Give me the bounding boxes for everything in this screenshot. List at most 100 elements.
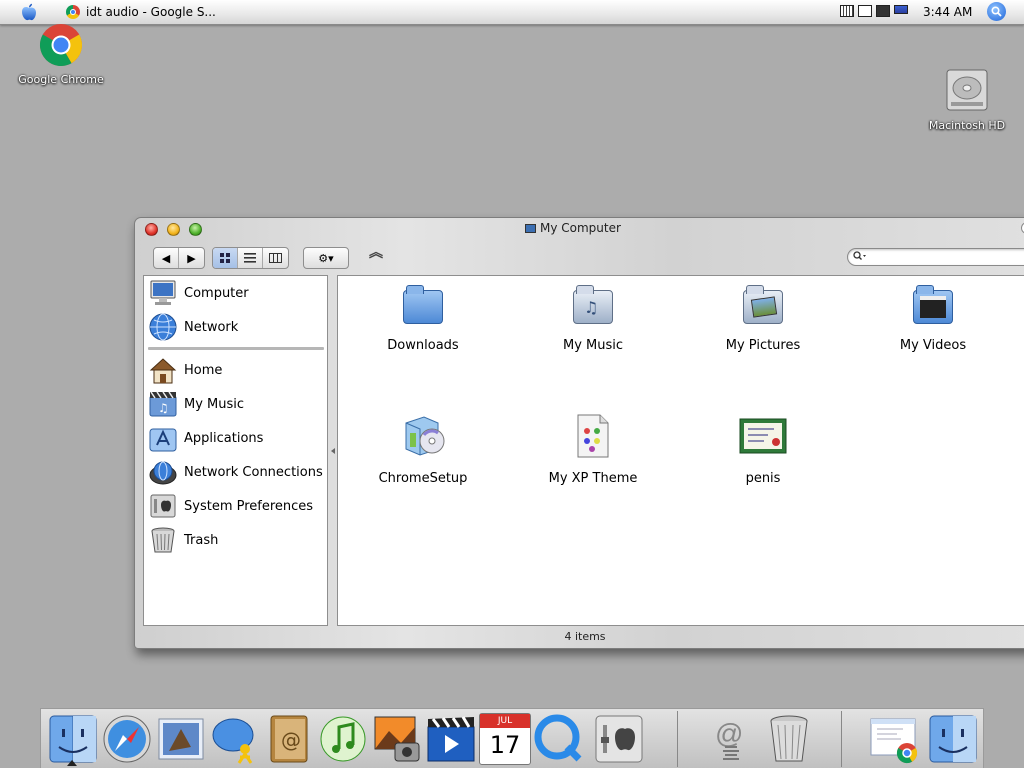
- certificate-icon: [739, 418, 787, 454]
- safari-icon[interactable]: [101, 713, 153, 765]
- action-gear-button[interactable]: ⚙▾: [304, 248, 348, 268]
- list-view-icon: [244, 253, 256, 263]
- sidebar-item-applications[interactable]: Applications: [148, 422, 324, 454]
- forward-button[interactable]: ▶: [179, 248, 204, 268]
- iphoto-icon[interactable]: [371, 713, 423, 765]
- file-item-label: My Music: [562, 338, 624, 353]
- file-item-my-music[interactable]: ♫ My Music: [528, 282, 658, 353]
- display-icon[interactable]: [858, 5, 872, 17]
- file-item-chromesetup[interactable]: ChromeSetup: [358, 411, 488, 486]
- sidebar-item-label: System Preferences: [184, 498, 314, 514]
- file-item-downloads[interactable]: Downloads: [358, 282, 488, 353]
- sidebar-item-label: Computer: [184, 285, 249, 301]
- system-preferences-icon[interactable]: [593, 713, 645, 765]
- videos-folder-icon: [908, 282, 958, 332]
- file-item-label: My Pictures: [725, 338, 801, 353]
- finder-window: My Computer ◀ ▶ ⚙▾ ︽ Computer Network Ho…: [134, 217, 1024, 649]
- file-item-label: My Videos: [899, 338, 967, 353]
- sidebar-item-label: My Music: [184, 396, 245, 412]
- sidebar-item-label: Applications: [184, 430, 264, 446]
- finder-icon[interactable]: [47, 713, 99, 765]
- file-browser: Downloads ♫ My Music My Pictures My Vide…: [337, 275, 1024, 626]
- running-indicator-icon: [67, 760, 77, 766]
- apple-menu-icon[interactable]: [18, 2, 40, 22]
- ichat-icon[interactable]: [209, 713, 261, 765]
- active-app-menu[interactable]: idt audio - Google S...: [66, 3, 216, 21]
- spotlight-icon[interactable]: [987, 2, 1006, 21]
- sidebar-item-label: Home: [184, 362, 223, 378]
- navigation-buttons: ◀ ▶: [153, 247, 205, 269]
- active-app-title: idt audio - Google S...: [86, 5, 216, 19]
- action-menu: ⚙▾: [303, 247, 349, 269]
- computer-icon: [150, 280, 176, 305]
- sidebar-item-computer[interactable]: Computer: [148, 277, 324, 309]
- desktop-icon-macintosh-hd[interactable]: Macintosh HD: [924, 64, 1010, 132]
- path-chevron-icon[interactable]: ︽: [367, 246, 385, 268]
- chrome-icon: [39, 24, 83, 67]
- monitor-icon[interactable]: [876, 5, 890, 17]
- theme-document-icon: [577, 414, 609, 458]
- ical-day: 17: [489, 731, 521, 759]
- minimize-button[interactable]: [167, 223, 180, 236]
- sidebar-item-home[interactable]: Home: [148, 354, 324, 386]
- imovie-icon[interactable]: [425, 713, 477, 765]
- ical-icon[interactable]: JUL 17: [479, 713, 531, 765]
- menu-clock[interactable]: 3:44 AM: [923, 5, 972, 19]
- computer-icon: [525, 223, 536, 233]
- file-item-penis[interactable]: penis: [698, 411, 828, 486]
- file-item-my-videos[interactable]: My Videos: [868, 282, 998, 353]
- address-book-icon[interactable]: @: [263, 713, 315, 765]
- sidebar-item-network[interactable]: Network: [148, 311, 324, 343]
- file-item-my-pictures[interactable]: My Pictures: [698, 282, 828, 353]
- network-connections-icon: [149, 461, 177, 485]
- chrome-document-icon[interactable]: [867, 713, 919, 765]
- mail-icon[interactable]: [155, 713, 207, 765]
- desktop-icon-google-chrome[interactable]: Google Chrome: [12, 22, 110, 86]
- sidebar-item-my-music[interactable]: ♫ My Music: [148, 388, 324, 420]
- file-item-my-xp-theme[interactable]: My XP Theme: [528, 411, 658, 486]
- search-field[interactable]: [847, 248, 1024, 266]
- at-sign-icon[interactable]: @: [705, 713, 757, 765]
- window-status-bar: 4 items: [564, 630, 606, 643]
- window-title-text: My Computer: [540, 221, 621, 235]
- sidebar-item-network-connections[interactable]: Network Connections: [148, 456, 324, 488]
- icon-view-button[interactable]: [213, 248, 238, 268]
- window-title-bar[interactable]: My Computer: [135, 218, 1024, 240]
- trash-icon: [151, 527, 175, 553]
- desktop-icon-label: Google Chrome: [18, 73, 104, 86]
- sidebar-item-label: Network Connections: [184, 464, 323, 480]
- file-item-label: penis: [745, 471, 781, 486]
- battery-icon[interactable]: [894, 5, 908, 14]
- quicktime-icon[interactable]: [533, 713, 585, 765]
- search-input[interactable]: [872, 250, 1024, 265]
- itunes-icon[interactable]: [317, 713, 369, 765]
- keyboard-icon[interactable]: [840, 5, 854, 17]
- network-globe-icon: [149, 313, 177, 341]
- file-item-label: ChromeSetup: [378, 471, 468, 486]
- file-item-label: My XP Theme: [548, 471, 638, 486]
- trash-icon[interactable]: [763, 713, 815, 765]
- menu-bar: idt audio - Google S... 3:44 AM: [0, 0, 1024, 25]
- dock: @ JUL 17 @: [40, 708, 984, 768]
- back-button[interactable]: ◀: [154, 248, 179, 268]
- splitter-handle-icon: [331, 447, 335, 454]
- sidebar-item-label: Trash: [184, 532, 219, 548]
- music-icon: ♫: [149, 391, 177, 417]
- downloads-folder-icon: [398, 282, 448, 332]
- svg-text:@: @: [281, 728, 301, 752]
- icon-view-icon: [219, 252, 230, 263]
- close-button[interactable]: [145, 223, 158, 236]
- finder-icon[interactable]: [927, 713, 979, 765]
- column-view-button[interactable]: [263, 248, 288, 268]
- sidebar-item-system-preferences[interactable]: System Preferences: [148, 490, 324, 522]
- column-view-icon: [269, 253, 282, 263]
- sidebar-splitter[interactable]: [329, 275, 337, 626]
- music-folder-icon: ♫: [568, 282, 618, 332]
- applications-icon: [149, 428, 177, 452]
- sidebar-item-trash[interactable]: Trash: [148, 524, 324, 556]
- svg-text:@: @: [715, 718, 743, 749]
- zoom-button[interactable]: [189, 223, 202, 236]
- sidebar-divider: [148, 347, 324, 350]
- list-view-button[interactable]: [238, 248, 263, 268]
- menu-extras: [840, 5, 908, 17]
